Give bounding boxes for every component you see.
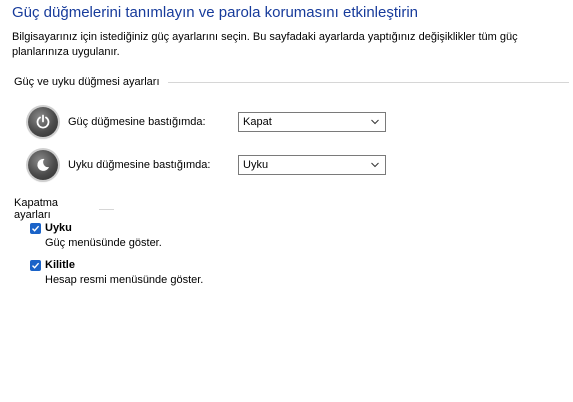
sleep-checkbox-description: Güç menüsünde göster. xyxy=(45,237,162,249)
power-button-selected-value: Kapat xyxy=(243,116,272,128)
checkmark-icon xyxy=(32,262,40,269)
chevron-down-icon xyxy=(371,119,379,125)
power-group-header: Güç ve uyku düğmesi ayarları xyxy=(14,76,569,88)
page-title: Güç düğmelerini tanımlayın ve parola kor… xyxy=(12,4,419,21)
shutdown-group-label: Kapatma ayarları xyxy=(14,197,59,221)
lock-checkbox[interactable] xyxy=(30,259,41,271)
power-button-action-select[interactable]: Kapat xyxy=(238,112,386,132)
power-button-icon xyxy=(28,107,58,137)
lock-menu-option: Kilitle Hesap resmi menüsünde göster. xyxy=(30,259,203,286)
power-button-label: Güç düğmesine bastığımda: xyxy=(68,116,206,128)
sleep-button-selected-value: Uyku xyxy=(243,159,269,171)
checkmark-icon xyxy=(32,225,40,232)
group-divider xyxy=(99,208,114,210)
lock-checkbox-label[interactable]: Kilitle xyxy=(45,259,75,271)
sleep-checkbox[interactable] xyxy=(30,222,41,234)
sleep-button-setting: Uyku düğmesine bastığımda: Uyku xyxy=(28,149,386,181)
shutdown-group-header: Kapatma ayarları xyxy=(14,197,114,221)
power-group-label: Güç ve uyku düğmesi ayarları xyxy=(14,76,160,88)
group-divider xyxy=(167,81,569,83)
sleep-menu-option: Uyku Güç menüsünde göster. xyxy=(30,222,162,249)
sleep-button-action-select[interactable]: Uyku xyxy=(238,155,386,175)
intro-text: Bilgisayarınız için istediğiniz güç ayar… xyxy=(12,31,518,58)
power-button-setting: Güç düğmesine bastığımda: Kapat xyxy=(28,106,386,138)
lock-checkbox-description: Hesap resmi menüsünde göster. xyxy=(45,274,204,286)
sleep-button-icon xyxy=(28,150,58,180)
sleep-checkbox-label[interactable]: Uyku xyxy=(45,222,72,234)
sleep-button-label: Uyku düğmesine bastığımda: xyxy=(68,159,211,171)
chevron-down-icon xyxy=(371,162,379,168)
